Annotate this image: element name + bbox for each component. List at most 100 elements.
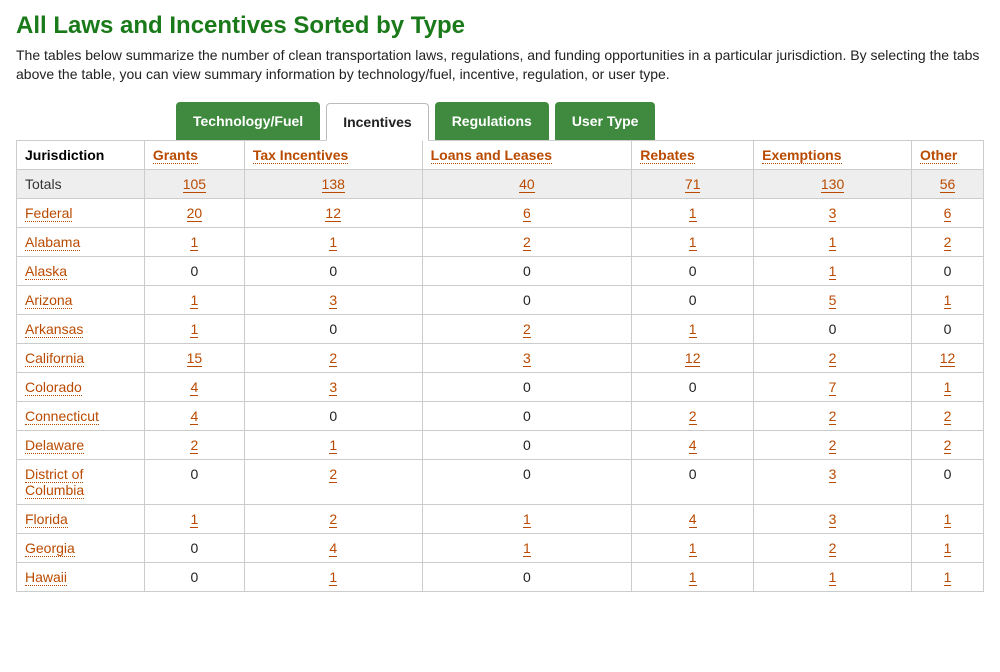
cell-value[interactable]: 2 (422, 227, 632, 256)
cell-value[interactable]: 1 (754, 227, 912, 256)
cell-value[interactable]: 2 (632, 401, 754, 430)
cell-value[interactable]: 1 (911, 562, 983, 591)
col-header-other[interactable]: Other (911, 140, 983, 169)
cell-value[interactable]: 1 (754, 562, 912, 591)
cell-value[interactable]: 2 (244, 343, 422, 372)
cell-value[interactable]: 15 (144, 343, 244, 372)
jurisdiction-cell[interactable]: Arkansas (17, 314, 145, 343)
jurisdiction-cell[interactable]: Florida (17, 504, 145, 533)
tab-technology-fuel[interactable]: Technology/Fuel (176, 102, 320, 140)
cell-value[interactable]: 40 (422, 169, 632, 198)
cell-value[interactable]: 7 (754, 372, 912, 401)
col-header-exemptions[interactable]: Exemptions (754, 140, 912, 169)
cell-value[interactable]: 1 (632, 227, 754, 256)
col-header-grants[interactable]: Grants (144, 140, 244, 169)
cell-value[interactable]: 1 (422, 533, 632, 562)
cell-value[interactable]: 12 (244, 198, 422, 227)
jurisdiction-cell[interactable]: District of Columbia (17, 459, 145, 504)
jurisdiction-cell[interactable]: California (17, 343, 145, 372)
jurisdiction-cell[interactable]: Georgia (17, 533, 145, 562)
cell-value[interactable]: 4 (632, 430, 754, 459)
jurisdiction-cell[interactable]: Connecticut (17, 401, 145, 430)
cell-value[interactable]: 4 (244, 533, 422, 562)
cell-value[interactable]: 1 (144, 285, 244, 314)
cell-value: 0 (911, 256, 983, 285)
jurisdiction-cell[interactable]: Colorado (17, 372, 145, 401)
cell-value[interactable]: 3 (244, 372, 422, 401)
cell-value[interactable]: 2 (754, 401, 912, 430)
jurisdiction-cell[interactable]: Arizona (17, 285, 145, 314)
cell-value: 0 (422, 459, 632, 504)
cell-value[interactable]: 1 (144, 227, 244, 256)
jurisdiction-cell: Totals (17, 169, 145, 198)
cell-value[interactable]: 2 (754, 343, 912, 372)
jurisdiction-cell[interactable]: Delaware (17, 430, 145, 459)
table-row: Delaware210422 (17, 430, 984, 459)
cell-value[interactable]: 105 (144, 169, 244, 198)
cell-value[interactable]: 2 (911, 430, 983, 459)
cell-value: 0 (911, 459, 983, 504)
jurisdiction-cell[interactable]: Alaska (17, 256, 145, 285)
cell-value[interactable]: 1 (911, 533, 983, 562)
cell-value: 0 (144, 533, 244, 562)
cell-value[interactable]: 2 (754, 430, 912, 459)
col-header-rebates[interactable]: Rebates (632, 140, 754, 169)
cell-value[interactable]: 3 (754, 198, 912, 227)
cell-value[interactable]: 1 (244, 227, 422, 256)
cell-value[interactable]: 3 (244, 285, 422, 314)
tab-user-type[interactable]: User Type (555, 102, 656, 140)
cell-value[interactable]: 71 (632, 169, 754, 198)
cell-value[interactable]: 6 (911, 198, 983, 227)
cell-value[interactable]: 1 (632, 314, 754, 343)
jurisdiction-cell[interactable]: Federal (17, 198, 145, 227)
cell-value[interactable]: 1 (754, 256, 912, 285)
col-header-tax-incentives[interactable]: Tax Incentives (244, 140, 422, 169)
cell-value[interactable]: 1 (911, 504, 983, 533)
page-title: All Laws and Incentives Sorted by Type (16, 12, 984, 40)
tab-regulations[interactable]: Regulations (435, 102, 549, 140)
cell-value[interactable]: 1 (144, 314, 244, 343)
cell-value: 0 (422, 430, 632, 459)
cell-value[interactable]: 5 (754, 285, 912, 314)
cell-value: 0 (422, 401, 632, 430)
cell-value[interactable]: 1 (632, 562, 754, 591)
cell-value[interactable]: 3 (754, 504, 912, 533)
cell-value: 0 (244, 401, 422, 430)
cell-value[interactable]: 4 (144, 372, 244, 401)
table-row: California152312212 (17, 343, 984, 372)
cell-value[interactable]: 2 (754, 533, 912, 562)
cell-value[interactable]: 1 (244, 430, 422, 459)
cell-value[interactable]: 3 (754, 459, 912, 504)
cell-value[interactable]: 4 (144, 401, 244, 430)
jurisdiction-cell[interactable]: Alabama (17, 227, 145, 256)
cell-value[interactable]: 1 (911, 372, 983, 401)
cell-value[interactable]: 4 (632, 504, 754, 533)
cell-value[interactable]: 56 (911, 169, 983, 198)
cell-value[interactable]: 2 (911, 401, 983, 430)
cell-value[interactable]: 20 (144, 198, 244, 227)
cell-value[interactable]: 2 (911, 227, 983, 256)
jurisdiction-cell[interactable]: Hawaii (17, 562, 145, 591)
col-header-jurisdiction: Jurisdiction (17, 140, 145, 169)
cell-value[interactable]: 12 (911, 343, 983, 372)
cell-value[interactable]: 2 (422, 314, 632, 343)
cell-value[interactable]: 1 (632, 198, 754, 227)
cell-value[interactable]: 12 (632, 343, 754, 372)
tab-strip: Technology/FuelIncentivesRegulationsUser… (176, 102, 984, 140)
cell-value[interactable]: 1 (632, 533, 754, 562)
cell-value[interactable]: 1 (144, 504, 244, 533)
cell-value[interactable]: 6 (422, 198, 632, 227)
cell-value[interactable]: 138 (244, 169, 422, 198)
cell-value[interactable]: 130 (754, 169, 912, 198)
col-header-loans-and-leases[interactable]: Loans and Leases (422, 140, 632, 169)
cell-value[interactable]: 1 (911, 285, 983, 314)
table-row: Florida121431 (17, 504, 984, 533)
cell-value[interactable]: 1 (422, 504, 632, 533)
cell-value[interactable]: 2 (244, 504, 422, 533)
cell-value[interactable]: 2 (244, 459, 422, 504)
cell-value[interactable]: 2 (144, 430, 244, 459)
cell-value[interactable]: 3 (422, 343, 632, 372)
tab-incentives[interactable]: Incentives (326, 103, 428, 141)
cell-value[interactable]: 1 (244, 562, 422, 591)
cell-value: 0 (422, 562, 632, 591)
